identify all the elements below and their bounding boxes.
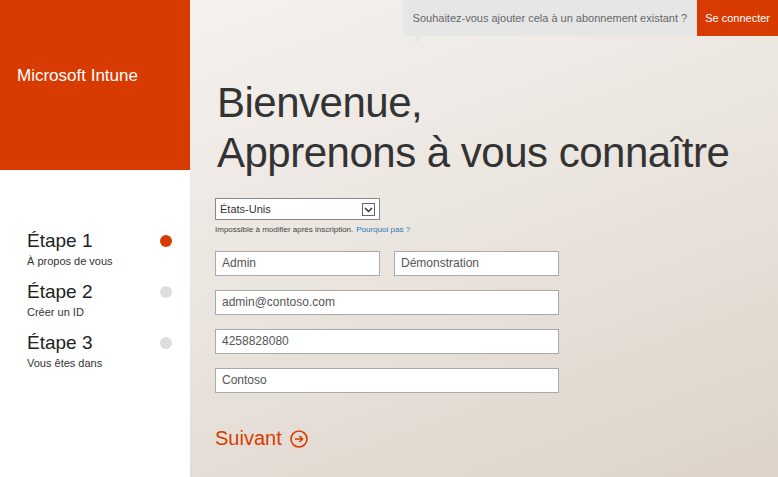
signin-button[interactable]: Se connecter [697, 0, 778, 36]
last-name-field[interactable]: Démonstration [394, 251, 559, 276]
heading-line: Apprenons à vous connaître [217, 128, 778, 178]
step-label: Étape 2 [27, 281, 93, 303]
step-label: Étape 1 [27, 230, 113, 252]
top-bar: Souhaitez-vous ajouter cela à un abonnem… [190, 0, 778, 36]
step-item: Étape 1 À propos de vous [0, 230, 190, 267]
heading-line: Bienvenue, [217, 78, 778, 128]
country-note: Impossible à modifier après inscription.… [215, 225, 778, 234]
step-dot-icon [160, 337, 172, 349]
sidebar: Microsoft IntuneÉtape 1À propos de vousÉ… [0, 0, 190, 477]
steps-list: Étape 1 À propos de vous Étape 2 Créer un I… [0, 170, 190, 369]
brand-name: Microsoft Intune [17, 66, 138, 85]
first-name-field[interactable]: Admin [215, 251, 380, 276]
main-panel: Souhaitez-vous ajouter cela à un abonnem… [190, 0, 778, 477]
why-link[interactable]: Pourquoi pas ? [356, 225, 410, 234]
phone-field[interactable]: 4258828080 [215, 329, 559, 354]
brand-tile: Microsoft Intune [0, 0, 190, 170]
step-label: Étape 3 [27, 332, 102, 354]
step-caption: À propos de vous [27, 255, 113, 267]
step-dot-icon [160, 235, 172, 247]
step-item: Étape 2 Créer un ID [0, 281, 190, 318]
signup-form: États-Unis Impossible à modifier après in… [190, 198, 778, 450]
step-dot-icon [160, 286, 172, 298]
company-field[interactable]: Contoso [215, 368, 559, 393]
step-item: Étape 3 Vous êtes dans [0, 332, 190, 369]
next-button[interactable]: Suivant [215, 427, 778, 450]
step-caption: Créer un ID [27, 306, 93, 318]
subscription-prompt: Souhaitez-vous ajouter cela à un abonnem… [403, 0, 698, 36]
country-select[interactable]: États-Unis [215, 198, 380, 220]
step-caption: Vous êtes dans [27, 357, 102, 369]
welcome-heading: Bienvenue,Apprenons à vous connaître [190, 78, 778, 178]
email-field[interactable]: admin@contoso.com [215, 290, 559, 315]
chevron-down-icon [362, 203, 375, 216]
arrow-right-circle-icon [290, 430, 308, 448]
signup-page: Microsoft IntuneÉtape 1À propos de vousÉ… [0, 0, 778, 477]
